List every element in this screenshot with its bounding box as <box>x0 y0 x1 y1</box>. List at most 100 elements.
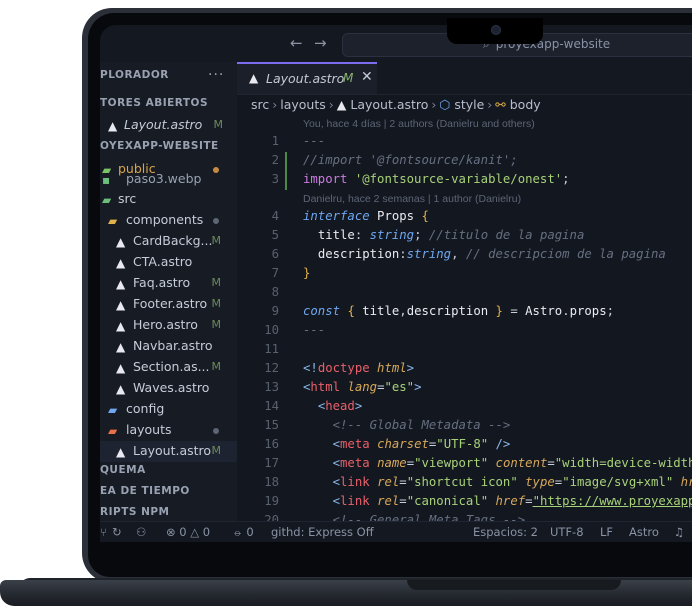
code-line: 16 <meta charset="UTF-8" /> <box>264 437 511 451</box>
tab-bar: ▲ Layout.astro M ✕ <box>237 62 692 95</box>
open-editor-item[interactable]: ▲ Layout.astro M <box>100 115 237 136</box>
file-label: Faq.astro <box>133 275 191 290</box>
sync-icon[interactable]: ↻ <box>112 525 122 539</box>
code-line: 3 import '@fontsource-variable/onest'; <box>271 172 570 186</box>
modified-badge: M <box>211 297 222 310</box>
breadcrumb-item[interactable]: body <box>510 97 541 112</box>
file-navbar[interactable]: ▲ Navbar.astro <box>100 336 237 357</box>
code-line: 8 <box>271 285 279 299</box>
astro-icon: ▲ <box>116 256 126 270</box>
camera-icon <box>491 25 501 35</box>
explorer-sidebar: PLORADOR ··· TORES ABIERTOS ▲ Layout.ast… <box>100 62 237 521</box>
breadcrumb: src › layouts › ▲ Layout.astro › ⬡ style › ⚯ bod… <box>251 97 541 115</box>
astro-icon: ▲ <box>249 71 259 85</box>
file-paso3[interactable]: ▪ paso3.webp <box>100 171 237 188</box>
chevron-right-icon: › <box>487 97 493 112</box>
code-line: 9 const { title,description } = Astro.pro… <box>271 304 615 318</box>
folder-label: components <box>126 212 204 227</box>
code-line: 4 interface Props { <box>271 209 429 223</box>
code-line: 1 --- <box>271 134 326 148</box>
astro-icon: ▲ <box>336 97 351 112</box>
breadcrumb-item[interactable]: style <box>454 97 484 112</box>
folder-icon: ▰ <box>108 214 118 228</box>
breadcrumb-item[interactable]: layouts <box>280 97 326 112</box>
ports-indicator[interactable]: ⦵ 0 <box>233 525 254 540</box>
source-control-icon[interactable]: ⑂ <box>100 525 107 539</box>
broadcast-icon: ⦵ <box>233 525 243 539</box>
breadcrumb-item[interactable]: Layout.astro <box>350 97 428 112</box>
modified-badge: M <box>211 234 222 247</box>
file-label: paso3.webp <box>126 171 202 186</box>
project-header[interactable]: OYEXAPP-WEBSITE <box>100 140 219 152</box>
status-dot <box>213 218 219 224</box>
close-icon[interactable]: ✕ <box>361 69 373 85</box>
folder-config[interactable]: ▰ config <box>100 399 237 420</box>
chevron-right-icon: › <box>328 97 334 112</box>
code-line: 2//import '@fontsource/kanit'; <box>271 153 518 167</box>
more-actions-icon[interactable]: ··· <box>208 67 224 83</box>
file-hero[interactable]: ▲ Hero.astro M <box>100 315 237 336</box>
code-line: 11 <box>264 342 279 356</box>
code-line: 6 description:string, // descripciom de … <box>271 247 666 261</box>
file-footer[interactable]: ▲ Footer.astro M <box>100 294 237 315</box>
open-editors-header[interactable]: TORES ABIERTOS <box>100 97 208 109</box>
breadcrumb-item[interactable]: src <box>251 97 269 112</box>
live-share-icon[interactable]: ⚇ <box>136 525 146 539</box>
forward-arrow-icon[interactable]: → <box>314 34 327 52</box>
modified-badge: M <box>343 71 354 85</box>
folder-src[interactable]: ▰ src <box>100 189 237 210</box>
tab-label: Layout.astro <box>266 71 345 86</box>
explorer-title: PLORADOR <box>100 69 169 81</box>
encoding-status[interactable]: UTF-8 <box>550 525 584 539</box>
code-line: 10 --- <box>264 323 326 337</box>
back-arrow-icon[interactable]: ← <box>290 34 303 52</box>
file-section[interactable]: ▲ Section.as... M <box>100 357 237 378</box>
laptop-base-notch <box>407 580 621 590</box>
code-line: 13 <html lang="es"> <box>264 380 422 394</box>
file-label: Navbar.astro <box>133 338 213 353</box>
astro-icon: ▲ <box>116 235 126 249</box>
astro-icon: ▲ <box>116 382 126 396</box>
folder-layouts[interactable]: ▰ layouts <box>100 420 237 441</box>
git-blame-annotation[interactable]: Danielru, hace 2 semanas | 1 author (Dan… <box>303 193 521 205</box>
file-cta[interactable]: ▲ CTA.astro <box>100 252 237 273</box>
file-layout[interactable]: ▲ Layout.astro M <box>100 441 237 462</box>
astro-icon: ▲ <box>116 445 126 459</box>
indentation-status[interactable]: Espacios: 2 <box>473 525 538 539</box>
folder-components[interactable]: ▰ components <box>100 210 237 231</box>
file-faq[interactable]: ▲ Faq.astro M <box>100 273 237 294</box>
eol-status[interactable]: LF <box>600 525 613 539</box>
astro-icon: ▲ <box>116 361 126 375</box>
outline-header[interactable]: QUEMA <box>100 464 146 476</box>
folder-icon: ▰ <box>108 424 118 438</box>
timeline-header[interactable]: EA DE TIEMPO <box>100 485 190 497</box>
code-line: 15 <!-- Global Metadata --> <box>264 418 511 432</box>
status-bar: ⑂ ↻ ⚇ ⊗ 0 △ 0 ⦵ 0 githd: Express Off Esp… <box>100 521 692 542</box>
editor-area: ▲ Layout.astro M ✕ src › layouts › ▲ Layout.… <box>237 62 692 527</box>
astro-icon: ▲ <box>116 298 126 312</box>
file-waves[interactable]: ▲ Waves.astro <box>100 378 237 399</box>
file-label: Layout.astro <box>133 443 212 458</box>
code-line: 17 <meta name="viewport" content="width=… <box>264 456 692 470</box>
notifications-icon[interactable]: ♫ <box>674 525 684 539</box>
tab-layout-astro[interactable]: ▲ Layout.astro M ✕ <box>237 62 377 94</box>
npm-scripts-header[interactable]: RIPTS NPM <box>100 506 170 518</box>
githd-status[interactable]: githd: Express Off <box>271 525 374 539</box>
folder-label: src <box>118 191 137 206</box>
code-line: 12 <!doctype html> <box>264 361 415 375</box>
file-cardbackground[interactable]: ▲ CardBackg... M <box>100 231 237 252</box>
folder-label: config <box>126 401 165 416</box>
modified-badge: M <box>211 318 222 331</box>
git-blame-annotation[interactable]: You, hace 4 días | 2 authors (Danielru a… <box>303 118 535 130</box>
folder-label: layouts <box>126 422 172 437</box>
modified-badge: M <box>213 118 224 131</box>
astro-icon: ▲ <box>116 319 126 333</box>
camera-notch <box>447 18 543 44</box>
problems-indicator[interactable]: ⊗ 0 △ 0 <box>166 525 210 539</box>
language-status[interactable]: Astro <box>629 525 659 539</box>
status-dot <box>213 428 219 434</box>
open-editor-label: Layout.astro <box>124 117 203 132</box>
modified-badge: M <box>211 360 222 373</box>
code-line: 19 <link rel="canonical" href="https://w… <box>264 494 692 508</box>
file-label: Footer.astro <box>133 296 208 311</box>
